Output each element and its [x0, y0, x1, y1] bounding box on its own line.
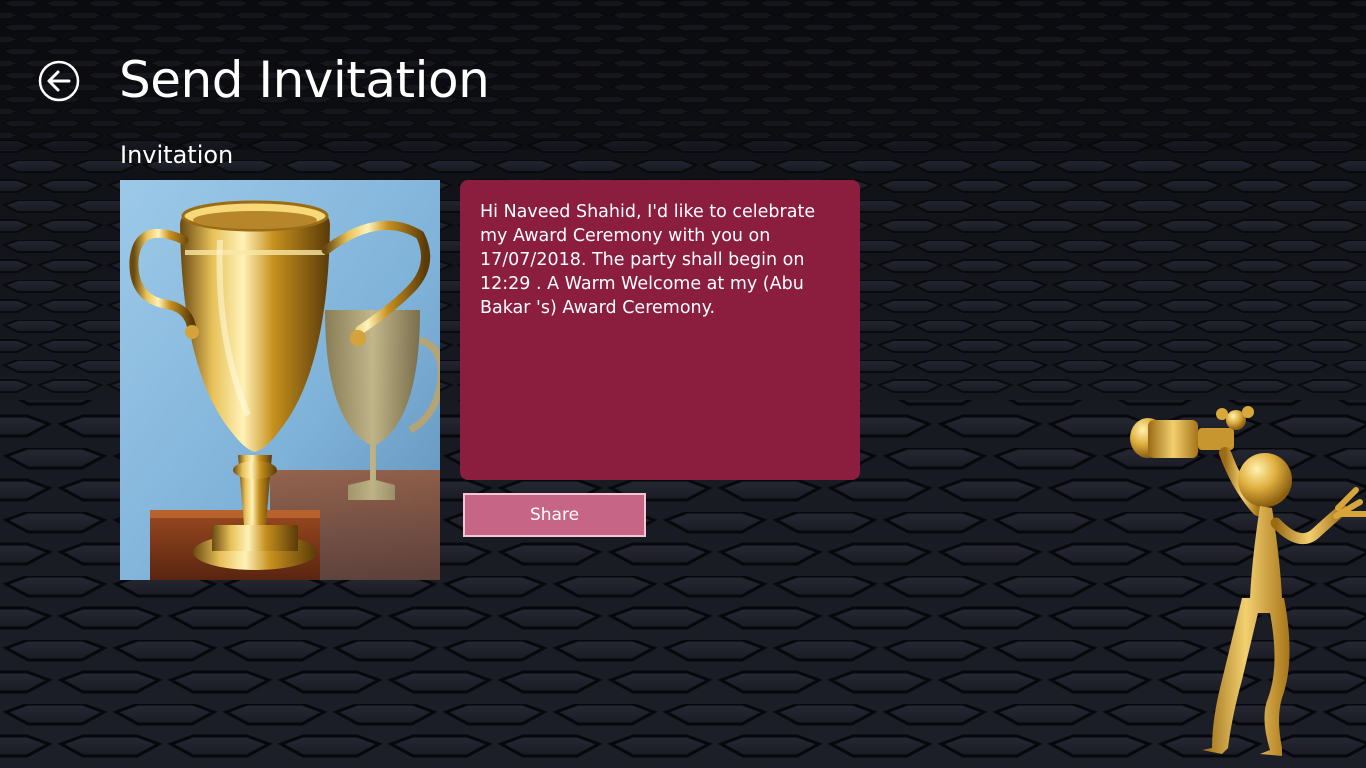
invitation-message: Hi Naveed Shahid, I'd like to celebrate …	[460, 180, 860, 480]
section-heading: Invitation	[120, 141, 234, 169]
back-button[interactable]	[38, 60, 80, 102]
share-button[interactable]: Share	[463, 493, 646, 537]
back-arrow-circle-icon	[38, 60, 80, 102]
page-title: Send Invitation	[119, 51, 490, 109]
trophy-photo	[120, 180, 440, 580]
gold-figure-image	[1110, 398, 1366, 768]
send-invitation-screen: Send Invitation Invitation Hi Naveed Sha…	[0, 0, 1366, 768]
